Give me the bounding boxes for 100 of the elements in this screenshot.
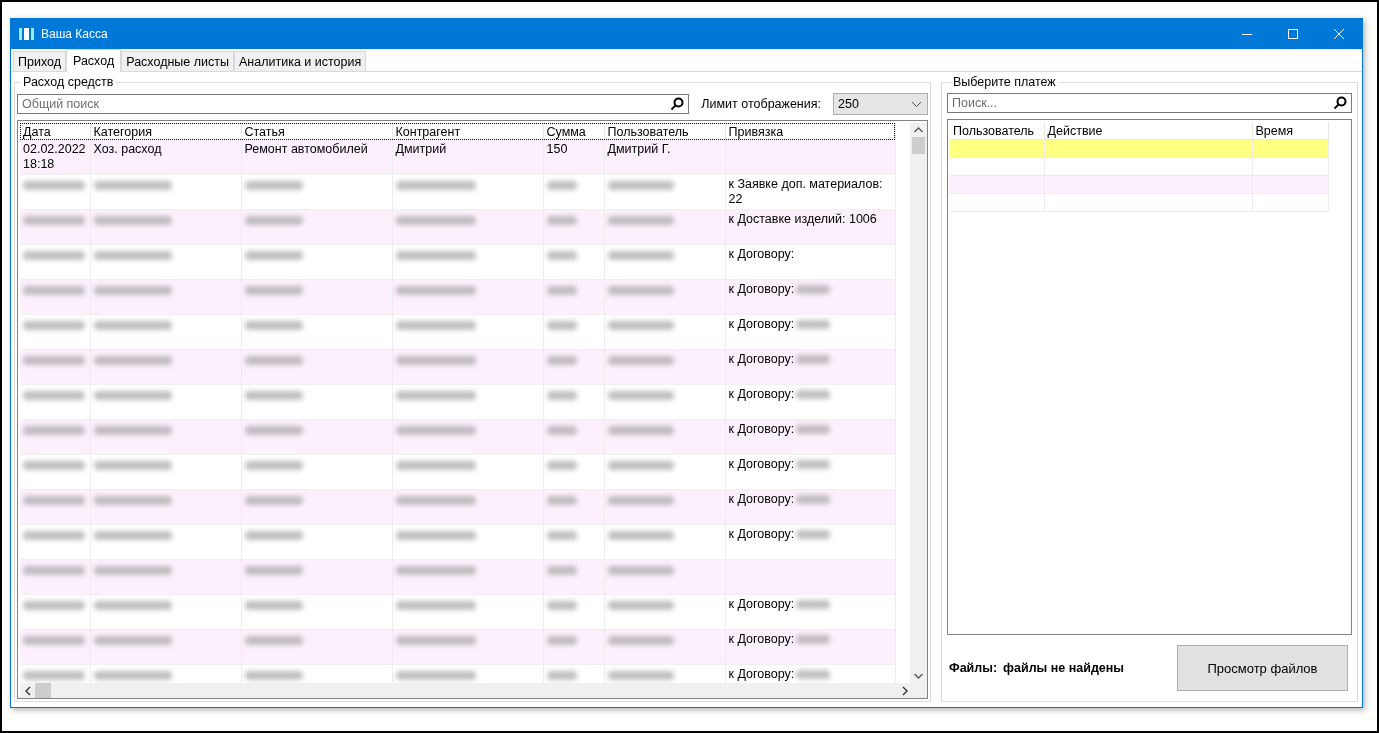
tab[interactable]: Расходные листы (121, 51, 234, 71)
table-cell-text: к Заявке доп. материалов: 22 (728, 177, 884, 207)
blurred-text (796, 635, 831, 644)
blurred-text (23, 321, 85, 330)
app-icon (19, 27, 35, 41)
blurred-text (607, 566, 674, 575)
blurred-text (23, 461, 85, 470)
blurred-text (244, 496, 303, 505)
blurred-text (23, 566, 85, 575)
tab[interactable]: Аналитика и история (234, 51, 367, 71)
search-field[interactable]: Общий поиск (17, 94, 690, 114)
blurred-text (546, 601, 577, 610)
blurred-text (796, 320, 831, 329)
view-files-button[interactable]: Просмотр файлов (1177, 645, 1348, 691)
blurred-text (607, 496, 674, 505)
vertical-scrollbar[interactable] (910, 123, 927, 683)
blurred-text (607, 636, 674, 645)
table-cell: Дмитрий Г. (607, 142, 671, 156)
scroll-thumb[interactable] (35, 683, 51, 698)
blurred-text (607, 216, 674, 225)
blurred-text (546, 356, 577, 365)
blurred-text (244, 636, 303, 645)
blurred-text (796, 390, 831, 399)
blurred-text (607, 251, 674, 260)
blurred-text (607, 601, 674, 610)
blurred-text (796, 495, 831, 504)
chevron-left-icon[interactable] (23, 685, 33, 696)
blurred-text (546, 321, 577, 330)
table-cell: к Договору: (728, 457, 795, 472)
blurred-text (23, 496, 85, 505)
blurred-text (607, 181, 674, 190)
blurred-text (23, 426, 85, 435)
tab[interactable]: Расход (66, 49, 122, 72)
tab[interactable]: Приход (13, 51, 66, 71)
blurred-text (796, 600, 831, 609)
blurred-text (23, 181, 85, 190)
blurred-text (546, 531, 577, 540)
blurred-text (244, 216, 303, 225)
blurred-text (607, 321, 674, 330)
column-header[interactable]: Действие (1044, 122, 1252, 140)
blurred-text (546, 216, 577, 225)
table-cell: к Договору: (728, 317, 795, 332)
table-cell: Дмитрий (395, 142, 447, 156)
blurred-text (244, 531, 303, 540)
blurred-text (546, 566, 577, 575)
blurred-text (546, 496, 577, 505)
blurred-text (796, 530, 831, 539)
blurred-text (23, 356, 85, 365)
scroll-thumb[interactable] (912, 137, 925, 154)
column-header[interactable]: Время (1252, 122, 1328, 140)
table-cell: к Договору: (728, 422, 795, 437)
table-cell: к Договору: (728, 527, 795, 542)
blurred-text (244, 321, 303, 330)
blurred-text (23, 391, 85, 400)
search-icon[interactable] (670, 97, 685, 111)
files-label: Файлы: (949, 661, 998, 675)
blurred-text (244, 251, 303, 260)
group-title: Расход средств (22, 75, 115, 89)
close-icon (1334, 29, 1344, 39)
blurred-text (23, 216, 85, 225)
blurred-text (796, 285, 831, 294)
chevron-right-icon[interactable] (900, 685, 910, 696)
blurred-text (244, 426, 303, 435)
blurred-text (607, 671, 674, 680)
search-field[interactable]: Поиск... (947, 93, 1352, 113)
table-cell: к Доставке изделий: 1006 (728, 212, 877, 227)
table-cell: 150 (546, 142, 568, 156)
blurred-text (607, 391, 674, 400)
search-icon[interactable] (1333, 96, 1347, 110)
table-cell: к Договору: (728, 282, 795, 297)
blurred-text (23, 286, 85, 295)
blurred-text (796, 425, 831, 434)
blurred-text (244, 566, 303, 575)
blurred-text (23, 601, 85, 610)
table-row[interactable] (950, 157, 1328, 176)
table-cell: к Договору: (728, 667, 795, 682)
blurred-text (607, 461, 674, 470)
blurred-text (607, 356, 674, 365)
minimize-icon (1242, 33, 1252, 35)
blurred-text (244, 286, 303, 295)
table-cell: 02.02.2022 18:18 (23, 142, 86, 171)
blurred-text (244, 356, 303, 365)
blurred-text (607, 426, 674, 435)
horizontal-scrollbar[interactable] (20, 683, 910, 698)
blurred-text (546, 391, 577, 400)
blurred-text (23, 251, 85, 260)
blurred-text (244, 461, 303, 470)
column-header[interactable]: Пользователь (950, 122, 1044, 140)
blurred-text (607, 531, 674, 540)
blurred-text (546, 426, 577, 435)
table-cell: к Договору: (728, 632, 795, 647)
files-status: файлы не найдены (1003, 661, 1125, 675)
blurred-text (546, 636, 577, 645)
table-cell: Хоз. расход (93, 142, 162, 156)
blurred-text (546, 251, 577, 260)
blurred-text (244, 601, 303, 610)
table-row[interactable] (950, 139, 1328, 158)
limit-dropdown[interactable]: 250 (833, 93, 928, 115)
blurred-text (23, 636, 85, 645)
blurred-text (244, 391, 303, 400)
